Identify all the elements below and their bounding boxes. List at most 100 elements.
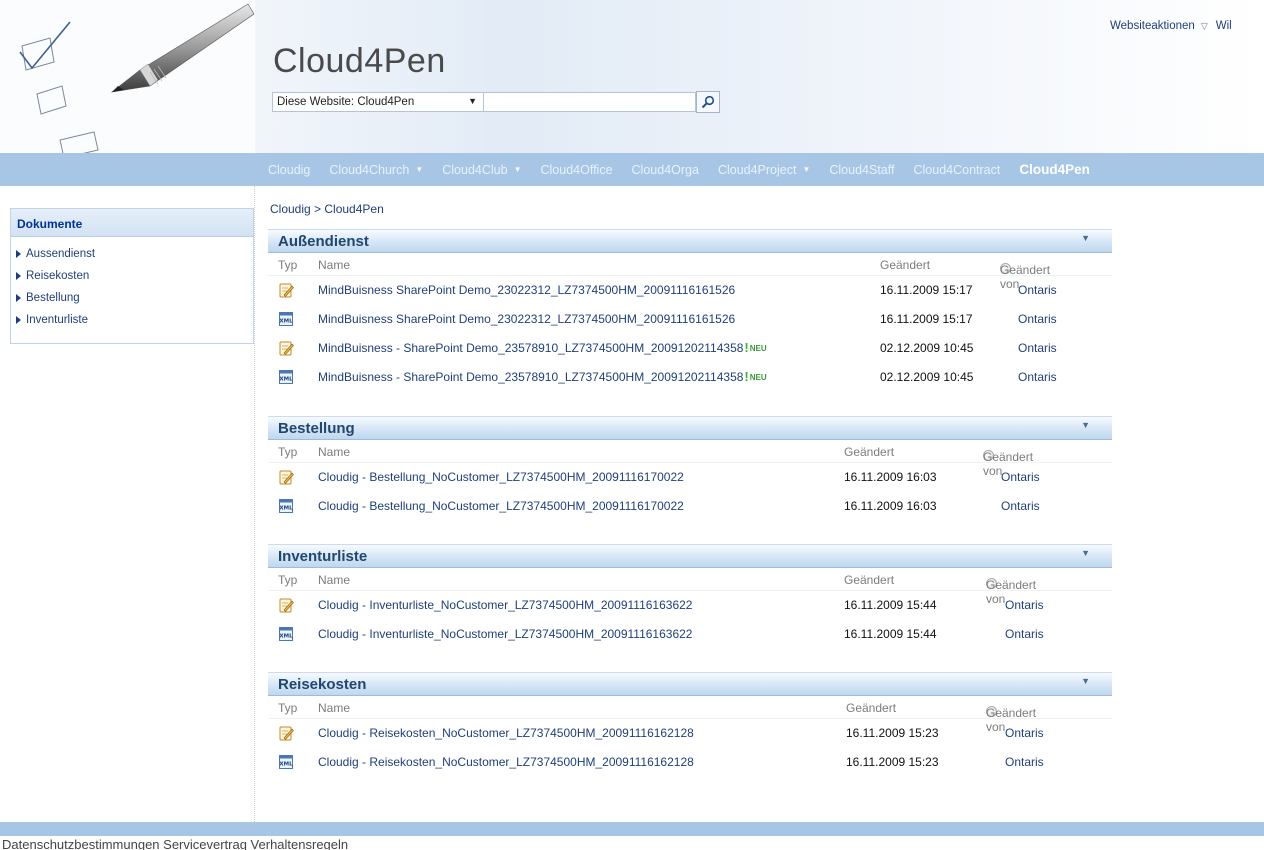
webpart-menu-icon[interactable]: ▼ <box>1081 233 1090 243</box>
xml-file-icon[interactable]: XML <box>278 498 294 514</box>
document-modified-date: 02.12.2009 10:45 <box>880 341 974 355</box>
footer-links[interactable]: Datenschutzbestimmungen Servicevertrag V… <box>2 837 348 850</box>
webpart-menu-icon[interactable]: ▼ <box>1081 420 1090 430</box>
quick-launch-item-bestellung[interactable]: Bestellung <box>16 287 253 309</box>
column-header-modified[interactable]: Geändert <box>844 445 894 459</box>
webpart-menu-icon[interactable]: ▼ <box>1081 676 1090 686</box>
quick-launch-item-label: Aussendienst <box>26 248 96 260</box>
xml-file-icon[interactable]: XML <box>278 626 294 642</box>
document-name-link[interactable]: MindBuisness SharePoint Demo_23022312_LZ… <box>318 283 735 297</box>
topnav-item-label: Cloud4Office <box>540 162 613 177</box>
form-icon[interactable] <box>278 282 294 298</box>
dropdown-arrow-icon[interactable]: ▼ <box>514 165 522 174</box>
document-name-link[interactable]: Cloudig - Bestellung_NoCustomer_LZ737450… <box>318 470 684 484</box>
document-name-link[interactable]: Cloudig - Inventurliste_NoCustomer_LZ737… <box>318 598 692 612</box>
xml-file-icon[interactable]: XML <box>278 754 294 770</box>
document-author-link[interactable]: Ontaris <box>1005 627 1044 641</box>
dropdown-arrow-icon[interactable]: ▼ <box>415 165 423 174</box>
new-badge: ! NEU <box>744 341 766 354</box>
document-name-text: Cloudig - Bestellung_NoCustomer_LZ737450… <box>318 470 684 484</box>
document-name-link[interactable]: MindBuisness - SharePoint Demo_23578910_… <box>318 341 767 355</box>
document-author-link[interactable]: Ontaris <box>1005 598 1044 612</box>
topnav-item-label: Cloudig <box>268 162 311 177</box>
topnav-item-cloud4pen[interactable]: Cloud4Pen <box>1019 162 1090 177</box>
document-author-link[interactable]: Ontaris <box>1018 312 1057 326</box>
dropdown-arrow-icon[interactable]: ▼ <box>802 165 810 174</box>
xml-file-icon[interactable]: XML <box>278 311 294 327</box>
document-author-link[interactable]: Ontaris <box>1018 370 1057 384</box>
search-button[interactable] <box>696 91 720 113</box>
column-header-row: Typ Name Geändert Geändert von <box>268 253 1112 291</box>
document-row: XML Cloudig - Reisekosten_NoCustomer_LZ73… <box>268 748 1112 777</box>
quick-launch-item-aussendienst[interactable]: Aussendienst <box>16 243 253 265</box>
document-row: XML MindBuisness - SharePoint Demo_235789… <box>268 363 1112 392</box>
topnav-item-cloud4office[interactable]: Cloud4Office <box>540 163 612 177</box>
document-name-link[interactable]: Cloudig - Reisekosten_NoCustomer_LZ73745… <box>318 755 694 769</box>
column-header-name[interactable]: Name <box>318 445 350 459</box>
webpart-title[interactable]: Inventurliste <box>278 548 367 565</box>
webpart-title[interactable]: Bestellung <box>278 420 355 437</box>
document-row: XML Cloudig - Bestellung_NoCustomer_LZ737… <box>268 492 1112 521</box>
form-icon[interactable] <box>278 340 294 356</box>
topnav-item-cloud4club[interactable]: Cloud4Club ▼ <box>442 163 521 177</box>
document-row: XML Cloudig - Inventurliste_NoCustomer_LZ… <box>268 620 1112 649</box>
column-header-modified[interactable]: Geändert <box>880 258 930 272</box>
topnav-item-cloud4project[interactable]: Cloud4Project ▼ <box>718 163 810 177</box>
column-header-type[interactable]: Typ <box>278 701 297 715</box>
topnav-item-cloudig[interactable]: Cloudig <box>268 163 310 177</box>
column-header-name[interactable]: Name <box>318 258 350 272</box>
column-header-modified[interactable]: Geändert <box>846 701 896 715</box>
column-header-type[interactable]: Typ <box>278 573 297 587</box>
document-name-link[interactable]: Cloudig - Reisekosten_NoCustomer_LZ73745… <box>318 726 694 740</box>
quick-launch-heading[interactable]: Dokumente <box>11 209 253 237</box>
site-title[interactable]: Cloud4Pen <box>273 42 446 81</box>
form-icon[interactable] <box>278 597 294 613</box>
column-header-type[interactable]: Typ <box>278 258 297 272</box>
document-modified-date: 16.11.2009 15:23 <box>846 755 939 769</box>
column-header-name[interactable]: Name <box>318 573 350 587</box>
triangle-right-icon <box>16 250 21 258</box>
document-author-link[interactable]: Ontaris <box>1018 283 1057 297</box>
triangle-down-icon: ▽ <box>1200 21 1208 31</box>
document-name-link[interactable]: Cloudig - Bestellung_NoCustomer_LZ737450… <box>318 499 684 513</box>
document-name-text: MindBuisness - SharePoint Demo_23578910_… <box>318 370 744 384</box>
topnav-item-label: Cloud4Staff <box>829 162 895 177</box>
document-author-link[interactable]: Ontaris <box>1001 470 1040 484</box>
site-logo[interactable] <box>0 0 255 159</box>
document-author-link[interactable]: Ontaris <box>1005 755 1044 769</box>
search-input[interactable] <box>484 92 696 112</box>
document-author-link[interactable]: Ontaris <box>1018 341 1057 355</box>
column-header-type[interactable]: Typ <box>278 445 297 459</box>
document-name-link[interactable]: MindBuisness SharePoint Demo_23022312_LZ… <box>318 312 735 326</box>
form-icon[interactable] <box>278 469 294 485</box>
quick-launch-item-reisekosten[interactable]: Reisekosten <box>16 265 253 287</box>
xml-file-icon[interactable]: XML <box>278 369 294 385</box>
document-author-link[interactable]: Ontaris <box>1005 726 1044 740</box>
topnav-item-label: Cloud4Church <box>329 162 410 177</box>
webpart-menu-icon[interactable]: ▼ <box>1081 548 1090 558</box>
topnav-item-cloud4orga[interactable]: Cloud4Orga <box>632 163 699 177</box>
webpart-title[interactable]: Reisekosten <box>278 676 366 693</box>
breadcrumb[interactable]: Cloudig > Cloud4Pen <box>270 202 384 216</box>
quick-launch-item-inventurliste[interactable]: Inventurliste <box>16 309 253 331</box>
document-author-link[interactable]: Ontaris <box>1001 499 1040 513</box>
document-name-link[interactable]: MindBuisness - SharePoint Demo_23578910_… <box>318 370 767 384</box>
form-icon[interactable] <box>278 725 294 741</box>
topnav-item-cloud4staff[interactable]: Cloud4Staff <box>829 163 894 177</box>
site-actions-menu[interactable]: Websiteaktionen ▽ Wil <box>1110 20 1232 32</box>
webpart-header: Außendienst ▼ <box>268 229 1112 253</box>
top-navigation-items: Cloudig Cloud4Church ▼ Cloud4Club ▼ Cloud4Off… <box>268 153 1090 186</box>
column-header-modified[interactable]: Geändert <box>844 573 894 587</box>
welcome-menu[interactable]: Wil <box>1216 20 1232 32</box>
topnav-item-cloud4church[interactable]: Cloud4Church ▼ <box>329 163 423 177</box>
triangle-right-icon <box>16 316 21 324</box>
webpart-title[interactable]: Außendienst <box>278 233 369 250</box>
document-row: MindBuisness - SharePoint Demo_23578910_… <box>268 334 1112 363</box>
document-modified-date: 16.11.2009 15:17 <box>880 283 973 297</box>
document-name-link[interactable]: Cloudig - Inventurliste_NoCustomer_LZ737… <box>318 627 692 641</box>
search-scope-dropdown[interactable]: Diese Website: Cloud4Pen ▼ <box>272 92 484 112</box>
search-icon <box>701 95 715 109</box>
topnav-item-cloud4contract[interactable]: Cloud4Contract <box>913 163 1000 177</box>
column-header-name[interactable]: Name <box>318 701 350 715</box>
site-header: Cloud4Pen Diese Website: Cloud4Pen ▼ Web… <box>0 0 1264 159</box>
